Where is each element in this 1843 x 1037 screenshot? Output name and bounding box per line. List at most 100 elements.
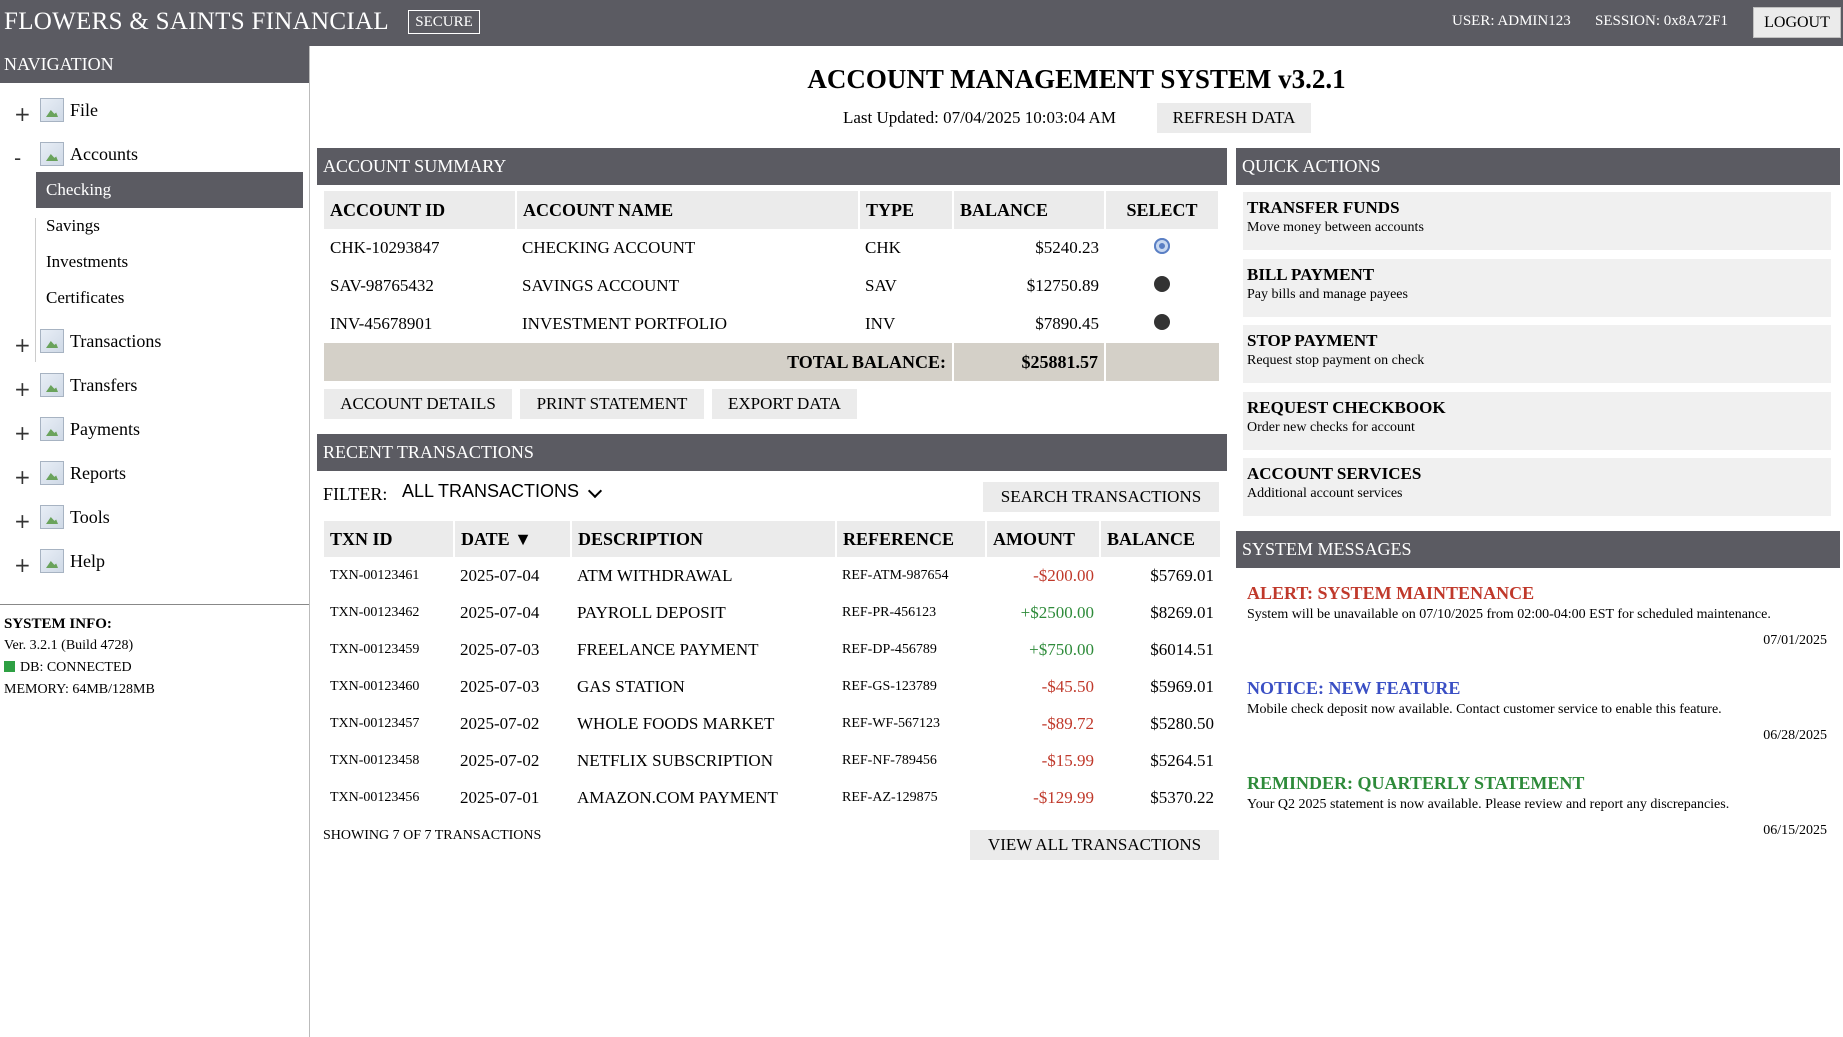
quick-action-description: Pay bills and manage payees [1247,287,1408,302]
txn-reference: REF-AZ-129875 [842,789,938,805]
txn-reference: REF-NF-789456 [842,752,937,768]
total-row: TOTAL BALANCE: $25881.57 [324,343,1219,381]
db-status-label: DB: CONNECTED [20,660,132,675]
system-version: Ver. 3.2.1 (Build 4728) [4,638,134,653]
sidebar-divider [0,604,309,605]
account-type: INV [865,314,896,333]
quick-action-bill-payment[interactable]: BILL PAYMENT Pay bills and manage payees [1243,259,1831,317]
quick-action-account-services[interactable]: ACCOUNT SERVICES Additional account serv… [1243,458,1831,516]
system-info: SYSTEM INFO: Ver. 3.2.1 (Build 4728) DB:… [4,613,155,701]
folder-image-icon [40,417,64,441]
message-title: NOTICE: NEW FEATURE [1247,678,1461,698]
nav-item-label: Help [70,551,105,571]
nav-item-payments[interactable]: + Payments [0,417,309,447]
nav-sub-item-investments[interactable]: Investments [36,244,303,280]
nav-item-label: File [70,100,99,120]
sidebar: NAVIGATION + File - Accounts Checking Sa… [0,46,310,1037]
txn-date: 2025-07-01 [460,787,540,807]
nav-item-file[interactable]: + File [0,98,309,128]
expand-toggle[interactable]: + [14,465,31,489]
account-name: SAVINGS ACCOUNT [522,276,679,295]
txn-description: FREELANCE PAYMENT [577,639,759,659]
account-details-button[interactable]: ACCOUNT DETAILS [324,389,512,419]
table-row[interactable]: TXN-00123457 2025-07-02 WHOLE FOODS MARK… [324,705,1220,742]
transaction-filter-select[interactable]: ALL TRANSACTIONS [402,481,612,505]
table-row[interactable]: TXN-00123459 2025-07-03 FREELANCE PAYMEN… [324,631,1220,668]
txn-balance: $8269.01 [1150,602,1214,622]
expand-toggle[interactable]: + [14,509,31,533]
total-empty-cell [1105,343,1219,381]
table-row[interactable]: TXN-00123461 2025-07-04 ATM WITHDRAWAL R… [324,557,1220,594]
account-type: SAV [865,276,897,295]
txn-balance: $5969.01 [1150,676,1214,696]
column-header: ACCOUNT NAME [516,191,860,229]
brand-title: FLOWERS & SAINTS FINANCIAL [4,8,389,35]
txn-date: 2025-07-02 [460,750,540,770]
page-title: ACCOUNT MANAGEMENT SYSTEM v3.2.1 [807,64,1346,94]
txn-balance: $5370.22 [1150,787,1214,807]
account-select-radio[interactable] [1154,313,1170,330]
search-transactions-button[interactable]: SEARCH TRANSACTIONS [983,482,1219,512]
message-text: Your Q2 2025 statement is now available.… [1247,797,1730,812]
table-row[interactable]: TXN-00123458 2025-07-02 NETFLIX SUBSCRIP… [324,742,1220,779]
txn-balance: $6014.51 [1150,639,1214,659]
quick-action-stop-payment[interactable]: STOP PAYMENT Request stop payment on che… [1243,325,1831,383]
session-label: SESSION: 0x8A72F1 [1595,13,1728,29]
table-row[interactable]: TXN-00123460 2025-07-03 GAS STATION REF-… [324,668,1220,705]
table-row[interactable]: TXN-00123456 2025-07-01 AMAZON.COM PAYME… [324,779,1220,816]
quick-action-transfer-funds[interactable]: TRANSFER FUNDS Move money between accoun… [1243,192,1831,250]
nav-item-label: Transactions [70,331,162,351]
txn-amount: -$15.99 [1041,750,1094,770]
nav-item-label: Accounts [70,144,138,164]
nav-item-help[interactable]: + Help [0,549,309,579]
expand-toggle[interactable]: + [14,377,31,401]
column-header: AMOUNT [986,521,1101,557]
txn-id: TXN-00123458 [330,752,420,768]
nav-sub-item-certificates[interactable]: Certificates [36,280,303,316]
expand-toggle[interactable]: + [14,421,31,445]
column-header: BALANCE [953,191,1106,229]
table-row[interactable]: TXN-00123462 2025-07-04 PAYROLL DEPOSIT … [324,594,1220,631]
nav-item-transfers[interactable]: + Transfers [0,373,309,403]
nav-item-accounts[interactable]: - Accounts [0,142,309,172]
nav-item-transactions[interactable]: + Transactions [0,329,309,359]
expand-toggle[interactable]: + [14,333,31,357]
recent-transactions-header: RECENT TRANSACTIONS [317,434,1227,471]
collapse-toggle[interactable]: - [14,146,21,170]
quick-action-title: ACCOUNT SERVICES [1247,464,1422,483]
message-date: 06/28/2025 [1763,728,1827,743]
export-data-button[interactable]: EXPORT DATA [712,389,857,419]
account-balance: $7890.45 [1035,314,1099,333]
txn-date: 2025-07-03 [460,639,540,659]
view-all-transactions-button[interactable]: VIEW ALL TRANSACTIONS [970,830,1219,860]
quick-action-request-checkbook[interactable]: REQUEST CHECKBOOK Order new checks for a… [1243,392,1831,450]
txn-date: 2025-07-03 [460,676,540,696]
folder-image-icon [40,505,64,529]
txn-description: AMAZON.COM PAYMENT [577,787,778,807]
system-info-title: SYSTEM INFO: [4,616,112,632]
date-sort-header[interactable]: DATE ▼ [454,521,572,557]
expand-toggle[interactable]: + [14,102,31,126]
nav-sub-item-checking[interactable]: Checking [36,172,303,208]
print-statement-button[interactable]: PRINT STATEMENT [520,389,704,419]
account-select-radio[interactable] [1154,237,1170,254]
account-select-radio[interactable] [1154,275,1170,292]
quick-action-description: Move money between accounts [1247,220,1424,235]
nav-sub-item-savings[interactable]: Savings [36,208,303,244]
txn-balance: $5264.51 [1150,750,1214,770]
quick-action-description: Order new checks for account [1247,420,1415,435]
logout-button[interactable]: LOGOUT [1753,7,1841,38]
txn-date: 2025-07-04 [460,602,540,622]
db-status: DB: CONNECTED [4,657,155,679]
table-header-row: ACCOUNT ID ACCOUNT NAME TYPE BALANCE SEL… [324,191,1220,229]
nav-item-reports[interactable]: + Reports [0,461,309,491]
quick-action-title: REQUEST CHECKBOOK [1247,398,1446,417]
folder-image-icon [40,329,64,353]
nav-item-tools[interactable]: + Tools [0,505,309,535]
column-header: TXN ID [324,521,455,557]
refresh-data-button[interactable]: REFRESH DATA [1157,103,1311,133]
column-header: REFERENCE [836,521,987,557]
txn-id: TXN-00123460 [330,678,420,694]
nav-item-label: Payments [70,419,140,439]
expand-toggle[interactable]: + [14,553,31,577]
